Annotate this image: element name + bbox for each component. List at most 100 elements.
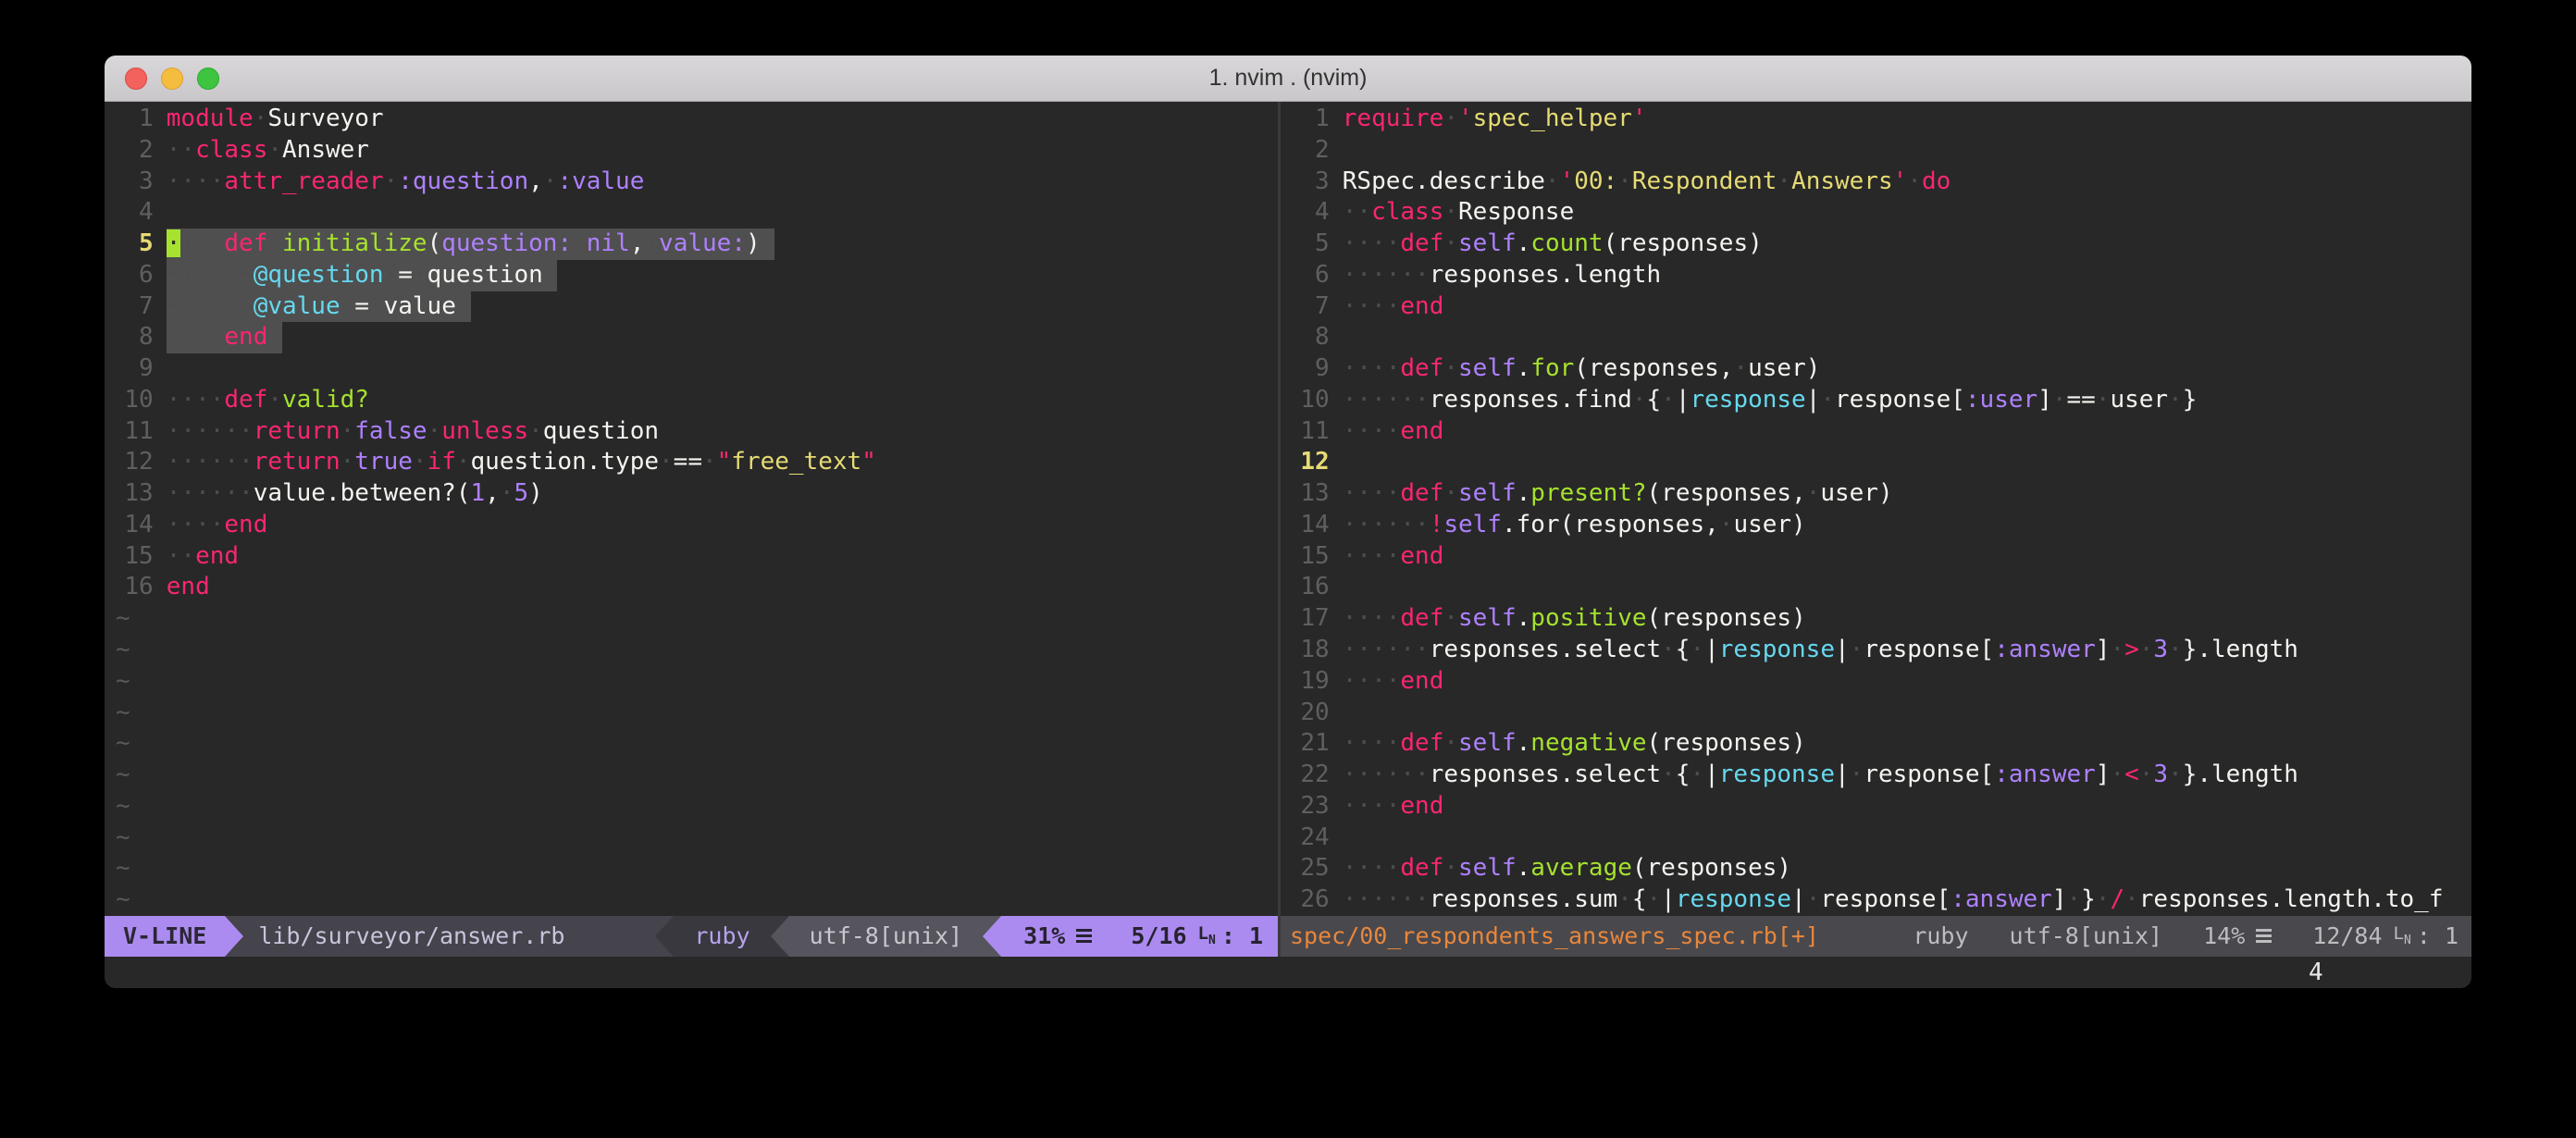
whitespace-dot: · [384, 261, 399, 289]
code-token: initialize [282, 229, 427, 257]
code-token: response [1690, 386, 1805, 414]
code-token: unless [441, 417, 528, 445]
buffer-line[interactable]: 12 [1292, 447, 2471, 478]
buffer-line[interactable]: 9 [116, 353, 1278, 385]
tilde-line[interactable]: ~ [116, 603, 1278, 635]
line-text: ····def·self.present?(responses,·user) [1343, 478, 1893, 510]
tilde-line[interactable]: ~ [116, 666, 1278, 698]
tilde-line[interactable]: ~ [116, 698, 1278, 729]
terminal-content: 1module·Surveyor2··class·Answer3····attr… [105, 102, 2471, 988]
buffer-line[interactable]: 13······value.between?(1,·5) [116, 478, 1278, 510]
buffer-line[interactable]: 10····def·valid? [116, 385, 1278, 416]
code-token: @value [254, 292, 341, 320]
buffer-line[interactable]: 3····attr_reader·:question,·:value [116, 167, 1278, 198]
code-token: value.between?( [254, 479, 471, 507]
code-token: end [224, 323, 267, 351]
buffer-line[interactable]: 1module·Surveyor [116, 104, 1278, 135]
buffer-line[interactable]: 12······return·true·if·question.type·==·… [116, 447, 1278, 478]
buffer-line[interactable]: 15··end [116, 541, 1278, 573]
line-number: 15 [1292, 541, 1330, 573]
buffer-line[interactable]: 26······responses.sum·{·|response|·respo… [1292, 884, 2471, 916]
buffer-line[interactable]: 17····def·self.positive(responses) [1292, 603, 2471, 635]
window-titlebar[interactable]: 1. nvim . (nvim) [105, 56, 2471, 102]
tilde-line[interactable]: ~ [116, 635, 1278, 666]
buffer-line[interactable]: 6······@question·=·question [116, 260, 1278, 291]
buffer-line[interactable]: 20 [1292, 698, 2471, 729]
buffer-line[interactable]: 6······responses.length [1292, 260, 2471, 291]
whitespace-dot: ·· [167, 136, 195, 164]
tilde-line[interactable]: ~ [116, 884, 1278, 916]
column-position: 1 [1235, 916, 1263, 957]
buffer-line[interactable]: 18······responses.select·{·|response|·re… [1292, 635, 2471, 666]
line-number: 21 [1292, 728, 1330, 760]
buffer-line[interactable]: 5····def·self.count(responses) [1292, 229, 2471, 260]
code-token: :value [557, 167, 644, 195]
filetype-text: ruby [1892, 916, 1988, 957]
zoom-button[interactable] [197, 68, 219, 90]
buffer-line[interactable]: 21····def·self.negative(responses) [1292, 728, 2471, 760]
buffer-line[interactable]: 9····def·self.for(responses,·user) [1292, 353, 2471, 385]
code-token: ] [2096, 636, 2111, 663]
buffer-answer-rb[interactable]: 1module·Surveyor2··class·Answer3····attr… [105, 102, 1278, 916]
filetype-text: ruby [694, 916, 749, 957]
buffer-line[interactable]: 25····def·self.average(responses) [1292, 853, 2471, 884]
buffer-line[interactable]: 11····end [1292, 416, 2471, 448]
code-token: , [485, 479, 500, 507]
buffer-line[interactable]: 10······responses.find·{·|response|·resp… [1292, 385, 2471, 416]
code-token: count [1530, 229, 1603, 257]
spacer [1819, 916, 1892, 957]
buffer-line[interactable]: 8 [1292, 322, 2471, 353]
buffer-line[interactable]: 22······responses.select·{·|response|·re… [1292, 760, 2471, 791]
buffer-line[interactable]: 7····end [1292, 291, 2471, 323]
buffer-line[interactable]: 14······!self.for(responses,·user) [1292, 510, 2471, 541]
code-token: 5 [514, 479, 528, 507]
buffer-line[interactable]: 16end [116, 572, 1278, 603]
whitespace-dot: ···· [1343, 354, 1401, 382]
buffer-line[interactable]: 3RSpec.describe·'00:·Respondent·Answers'… [1292, 167, 2471, 198]
buffer-line[interactable]: 2 [1292, 135, 2471, 167]
buffer-line[interactable]: 5····def·initialize(question:·nil,·value… [116, 229, 1278, 260]
tilde-line[interactable]: ~ [116, 791, 1278, 823]
buffer-line[interactable]: 1require·'spec_helper' [1292, 104, 2471, 135]
buffer-line[interactable]: 8····end [116, 322, 1278, 353]
code-token: attr_reader [224, 167, 383, 195]
buffer-line[interactable]: 16 [1292, 572, 2471, 603]
buffer-line[interactable]: 4 [116, 197, 1278, 229]
line-number: 18 [1292, 635, 1330, 666]
lines-icon [1076, 929, 1092, 943]
code-token: | [1661, 885, 1676, 913]
tilde-line[interactable]: ~ [116, 728, 1278, 760]
ruler-separator: : [2417, 916, 2431, 957]
buffer-line[interactable]: 11······return·false·unless·question [116, 416, 1278, 448]
line-text: ····def·self.average(responses) [1343, 853, 1791, 884]
buffer-line[interactable]: 4··class·Response [1292, 197, 2471, 229]
buffer-line[interactable]: 24 [1292, 823, 2471, 854]
buffer-line[interactable]: 13····def·self.present?(responses,·user) [1292, 478, 2471, 510]
whitespace-dot: ······ [1343, 261, 1430, 289]
code-token: (responses) [1647, 729, 1806, 757]
tilde-line[interactable]: ~ [116, 760, 1278, 791]
line-text: ······responses.find·{·|response|·respon… [1343, 385, 2198, 416]
terminal-window: 1. nvim . (nvim) 1module·Surveyor2··clas… [105, 56, 2471, 988]
tilde-line[interactable]: ~ [116, 823, 1278, 854]
buffer-line[interactable]: 14····end [116, 510, 1278, 541]
code-token: . [1517, 604, 1531, 632]
code-token: ] [2096, 761, 2111, 788]
whitespace-dot: · [1632, 386, 1647, 414]
buffer-line[interactable]: 2··class·Answer [116, 135, 1278, 167]
buffer-spec-rb[interactable]: 1require·'spec_helper'23RSpec.describe·'… [1281, 102, 2471, 916]
vim-command-line[interactable]: 4 [105, 957, 2471, 988]
whitespace-dot: ···· [1343, 417, 1401, 445]
code-token: ' [1632, 105, 1647, 132]
tilde-line[interactable]: ~ [116, 853, 1278, 884]
code-token: = [398, 261, 413, 289]
minimize-button[interactable] [161, 68, 183, 90]
buffer-line[interactable]: 7······@value·=·value [116, 291, 1278, 323]
buffer-line[interactable]: 23····end [1292, 791, 2471, 823]
code-token: question.type [471, 448, 660, 476]
buffer-line[interactable]: 15····end [1292, 541, 2471, 573]
buffer-line[interactable]: 19····end [1292, 666, 2471, 698]
code-token: question [543, 417, 659, 445]
close-button[interactable] [125, 68, 147, 90]
statusline-filename: lib/surveyor/answer.rb [243, 916, 674, 957]
